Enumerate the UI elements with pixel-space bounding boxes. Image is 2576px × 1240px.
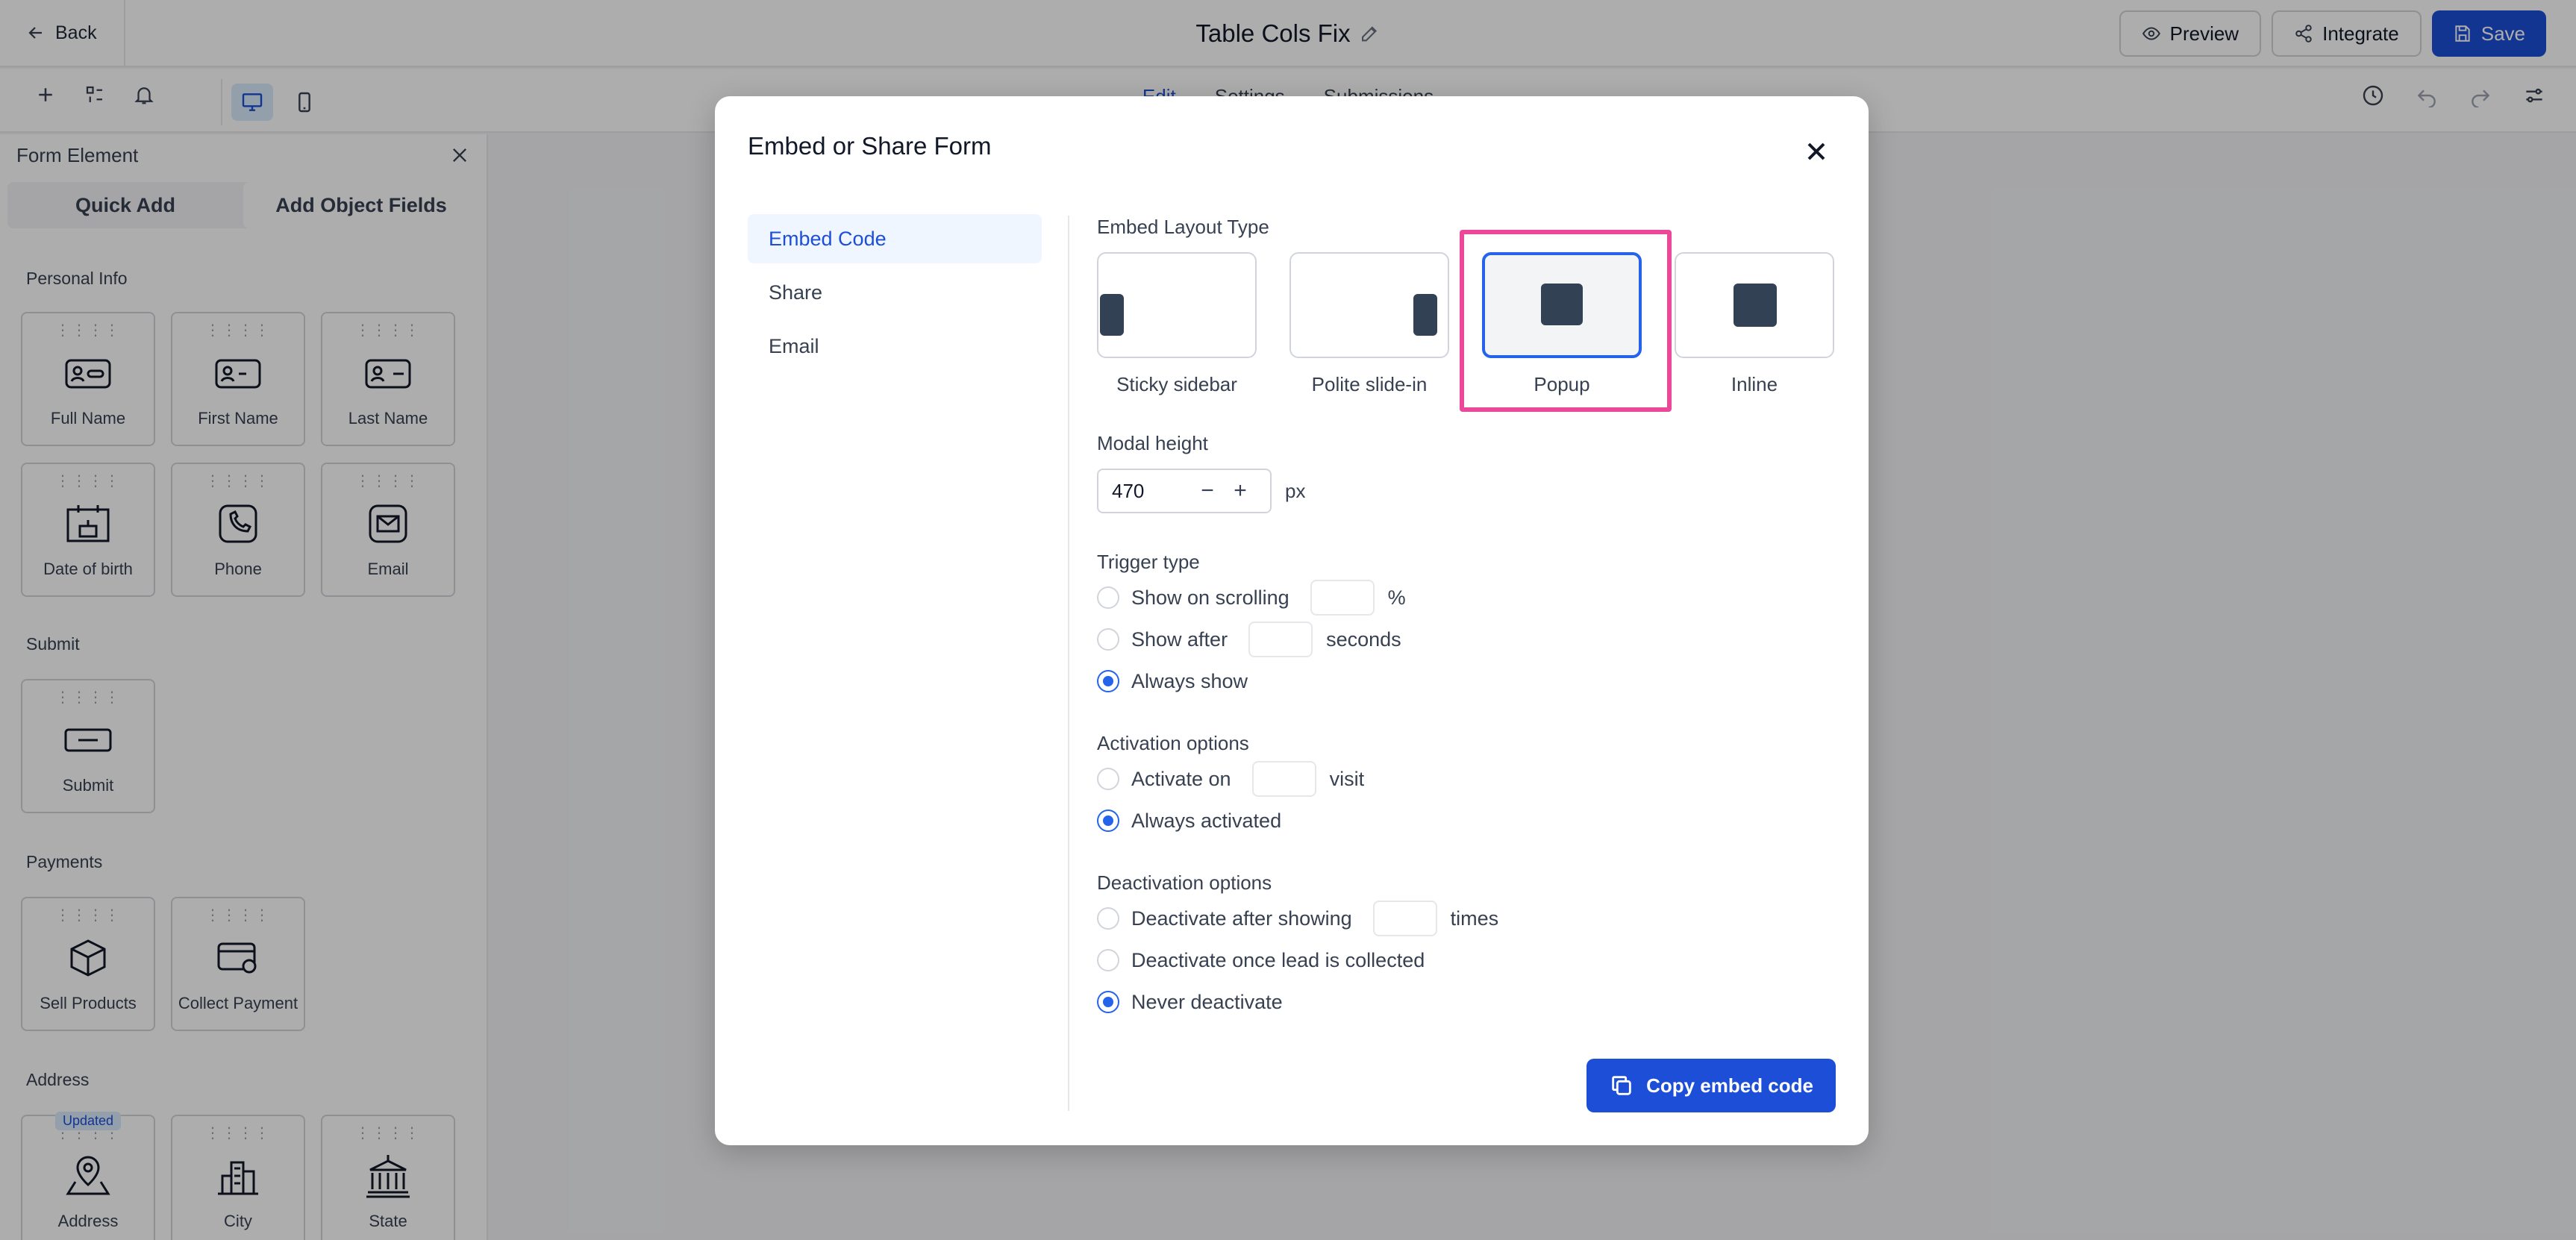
deactivation-option-after-showing[interactable]: Deactivate after showing times — [1097, 898, 1836, 939]
radio-label: Deactivate after showing — [1131, 906, 1352, 930]
radio-button[interactable] — [1097, 586, 1119, 609]
modal-divider — [1068, 216, 1069, 1111]
radio-label: Show on scrolling — [1131, 586, 1289, 609]
unit-label: visit — [1329, 767, 1365, 790]
unit-label: % — [1387, 586, 1406, 609]
scroll-percent-input[interactable] — [1310, 580, 1375, 616]
radio-label: Activate on — [1131, 767, 1231, 790]
layout-preview-shape — [1413, 294, 1437, 336]
close-icon[interactable] — [1801, 137, 1831, 166]
unit-label: times — [1450, 906, 1499, 930]
delay-seconds-input[interactable] — [1248, 621, 1313, 657]
radio-label: Show after — [1131, 627, 1228, 651]
nav-embed-code[interactable]: Embed Code — [748, 214, 1042, 263]
deactivation-label: Deactivation options — [1097, 871, 1272, 894]
modal-height-section: Modal height 470 − + px — [1097, 432, 1836, 513]
radio-button[interactable] — [1097, 949, 1119, 971]
unit-label: seconds — [1326, 627, 1401, 651]
modal-height-stepper: 470 − + px — [1097, 469, 1836, 513]
deactivation-section: Deactivation options Deactivate after sh… — [1097, 871, 1836, 1023]
deactivation-option-never[interactable]: Never deactivate — [1097, 981, 1836, 1023]
layout-card[interactable] — [1675, 252, 1834, 358]
minus-icon[interactable]: − — [1191, 478, 1224, 504]
layout-preview-shape — [1541, 284, 1583, 325]
trigger-option-after[interactable]: Show after seconds — [1097, 619, 1836, 660]
radio-button-selected[interactable] — [1097, 670, 1119, 692]
copy-icon — [1612, 1076, 1631, 1095]
trigger-option-scrolling[interactable]: Show on scrolling % — [1097, 577, 1836, 619]
activation-option-always[interactable]: Always activated — [1097, 800, 1836, 842]
embed-layout-label: Embed Layout Type — [1097, 216, 1269, 238]
modal-height-value: 470 — [1112, 479, 1145, 502]
layout-card[interactable] — [1289, 252, 1449, 358]
layout-label: Sticky sidebar — [1116, 373, 1237, 395]
plus-icon[interactable]: + — [1224, 478, 1257, 504]
layout-option-inline[interactable]: Inline — [1675, 252, 1834, 396]
radio-button[interactable] — [1097, 907, 1119, 930]
activation-section: Activation options Activate on visit Alw… — [1097, 732, 1836, 842]
radio-button-selected[interactable] — [1097, 991, 1119, 1013]
modal-nav: Embed Code Share Email — [748, 214, 1042, 375]
nav-email[interactable]: Email — [748, 322, 1042, 371]
modal-height-label: Modal height — [1097, 432, 1208, 454]
nav-share[interactable]: Share — [748, 268, 1042, 317]
radio-button[interactable] — [1097, 768, 1119, 790]
radio-button[interactable] — [1097, 628, 1119, 651]
radio-label: Deactivate once lead is collected — [1131, 948, 1425, 971]
radio-label: Never deactivate — [1131, 990, 1283, 1013]
modal-title: Embed or Share Form — [748, 132, 992, 160]
trigger-option-always[interactable]: Always show — [1097, 660, 1836, 702]
layout-label: Popup — [1534, 373, 1590, 395]
modal-height-unit: px — [1285, 479, 1306, 502]
embed-share-modal: Embed or Share Form Embed Code Share Ema… — [715, 96, 1869, 1145]
copy-embed-code-button[interactable]: Copy embed code — [1586, 1059, 1836, 1112]
layout-preview-shape — [1734, 284, 1777, 327]
trigger-type-label: Trigger type — [1097, 551, 1200, 573]
layout-preview-shape — [1100, 294, 1124, 336]
radio-label: Always show — [1131, 669, 1248, 692]
copy-embed-code-label: Copy embed code — [1646, 1074, 1813, 1097]
layout-option-popup[interactable]: Popup — [1482, 252, 1642, 396]
activation-label: Activation options — [1097, 732, 1249, 754]
layout-options: Sticky sidebar Polite slide-in Popup Inl… — [1097, 252, 1836, 396]
activation-option-activate-on[interactable]: Activate on visit — [1097, 758, 1836, 800]
deactivation-option-once-lead[interactable]: Deactivate once lead is collected — [1097, 939, 1836, 981]
modal-height-input[interactable]: 470 − + — [1097, 469, 1272, 513]
show-times-input[interactable] — [1372, 901, 1437, 936]
layout-card[interactable] — [1097, 252, 1257, 358]
layout-label: Inline — [1731, 373, 1778, 395]
embed-code-panel: Embed Layout Type Sticky sidebar Polite … — [1097, 216, 1836, 1023]
trigger-type-section: Trigger type Show on scrolling % Show af… — [1097, 551, 1836, 702]
radio-button-selected[interactable] — [1097, 810, 1119, 832]
radio-label: Always activated — [1131, 809, 1282, 832]
layout-card-selected[interactable] — [1482, 252, 1642, 358]
layout-option-sticky-sidebar[interactable]: Sticky sidebar — [1097, 252, 1257, 396]
layout-label: Polite slide-in — [1311, 373, 1428, 395]
layout-option-polite-slide-in[interactable]: Polite slide-in — [1289, 252, 1449, 396]
visit-count-input[interactable] — [1251, 761, 1316, 797]
